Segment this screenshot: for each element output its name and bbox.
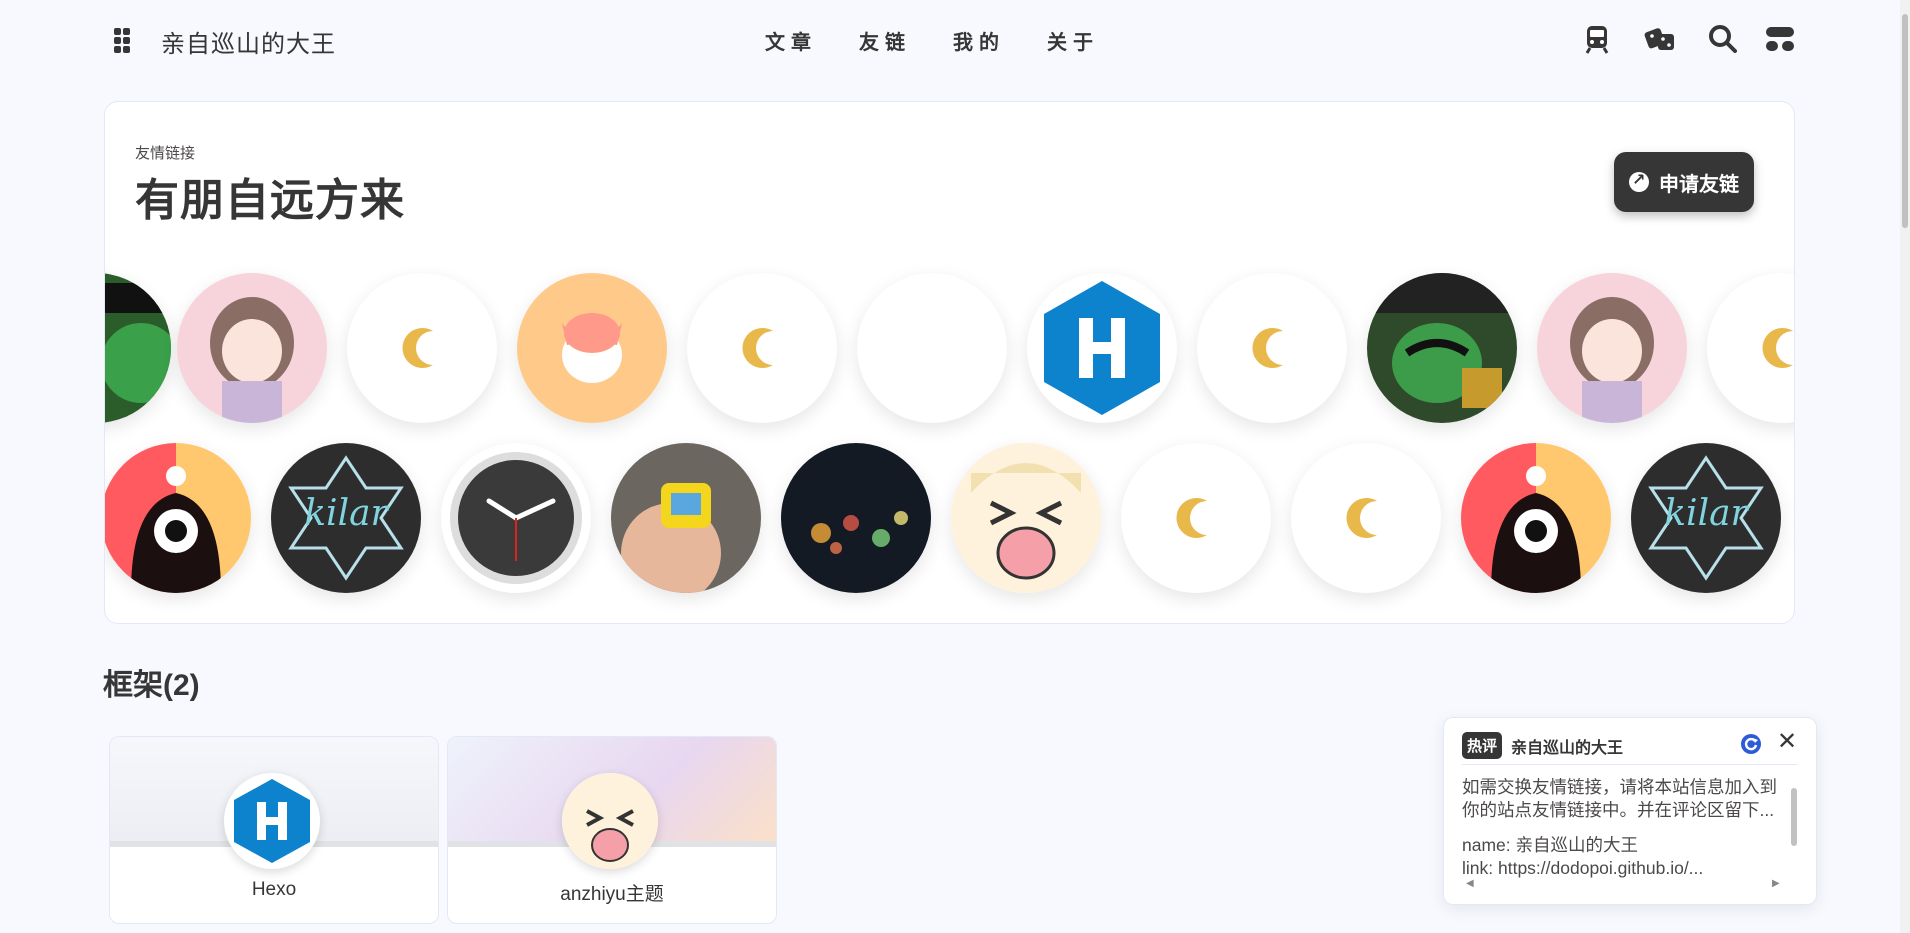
friend-avatar[interactable] [105,443,251,593]
hexo-logo-icon [224,773,320,869]
friend-avatar[interactable] [1707,273,1794,423]
nav-link-about[interactable]: 关于 [1047,26,1099,55]
banner-title: 有朋自远方来 [135,176,405,225]
friend-avatar[interactable] [1537,273,1687,423]
friend-avatar[interactable] [105,273,171,423]
top-nav: 亲自巡山的大王 文章 友链 我的 关于 [0,0,1900,80]
friend-avatar[interactable] [1461,443,1611,593]
nav-link-mine[interactable]: 我的 [953,26,1005,55]
friend-avatar[interactable] [951,443,1101,593]
scroll-right-icon[interactable]: ▶ [1772,878,1780,889]
comment-text: 如需交换友情链接，请将本站信息加入到你的站点友情链接中。并在评论区留下... [1462,777,1777,820]
banner-subtitle: 友情链接 [135,145,196,162]
friend-avatar[interactable] [441,443,591,593]
friend-avatar[interactable] [1121,443,1271,593]
menu-icon[interactable] [114,28,134,53]
popup-scrollbar[interactable] [1790,774,1798,874]
refresh-icon[interactable] [1739,732,1763,756]
nav-link-friends[interactable]: 友链 [859,26,911,55]
nav-link-articles[interactable]: 文章 [765,26,817,55]
close-icon[interactable]: ✕ [1775,730,1799,754]
popup-title: 亲自巡山的大王 [1511,740,1624,757]
friend-avatar[interactable] [781,443,931,593]
framework-name: anzhiyu主题 [560,884,664,905]
friend-avatar[interactable] [1197,273,1347,423]
friend-avatar[interactable]: kilar [271,443,421,593]
apply-button-label: 申请友链 [1659,173,1739,196]
anzhiyu-logo-icon [562,773,658,869]
comment-name: name: 亲自巡山的大王 [1462,835,1638,855]
friend-avatar[interactable] [347,273,497,423]
friend-avatar[interactable]: kilar [1631,443,1781,593]
friend-avatar[interactable] [857,273,1007,423]
friend-avatar[interactable] [517,273,667,423]
site-name[interactable]: 亲自巡山的大王 [161,24,336,59]
console-icon[interactable] [1763,22,1797,61]
friend-avatar[interactable] [611,443,761,593]
friend-avatar[interactable] [1367,273,1517,423]
search-icon[interactable] [1706,22,1740,61]
arrow-up-right-icon [1629,170,1649,192]
framework-card-anzhiyu[interactable]: anzhiyu主题 [447,736,777,924]
friend-avatar[interactable] [177,273,327,423]
comment-link: link: https://dodopoi.github.io/... [1462,858,1704,878]
hot-comment-tag: 热评 [1462,732,1503,759]
svg-text:kilar: kilar [1664,493,1749,534]
friend-avatar[interactable] [687,273,837,423]
svg-text:kilar: kilar [304,493,389,534]
framework-name: Hexo [251,879,297,900]
page-scrollbar[interactable] [1900,0,1910,933]
dice-icon[interactable] [1643,22,1677,61]
framework-card-hexo[interactable]: Hexo [109,736,439,924]
hot-comment-popup: 热评 亲自巡山的大王 ✕ 如需交换友情链接，请将本站信息加入到你的站点友情链接中… [1443,717,1817,905]
apply-friend-link-button[interactable]: 申请友链 [1614,152,1754,212]
friend-avatar-hexo[interactable] [1027,273,1177,423]
section-title: 框架(2) [103,669,200,702]
train-icon[interactable] [1580,22,1614,61]
friend-links-banner: 友情链接 有朋自远方来 申请友链 kilar [104,101,1795,624]
scroll-left-icon[interactable]: ◀ [1466,878,1474,889]
nav-links: 文章 友链 我的 关于 [765,26,1099,55]
popup-comment-body[interactable]: 如需交换友情链接，请将本站信息加入到你的站点友情链接中。并在评论区留下... n… [1462,776,1784,880]
friend-avatar[interactable] [1291,443,1441,593]
